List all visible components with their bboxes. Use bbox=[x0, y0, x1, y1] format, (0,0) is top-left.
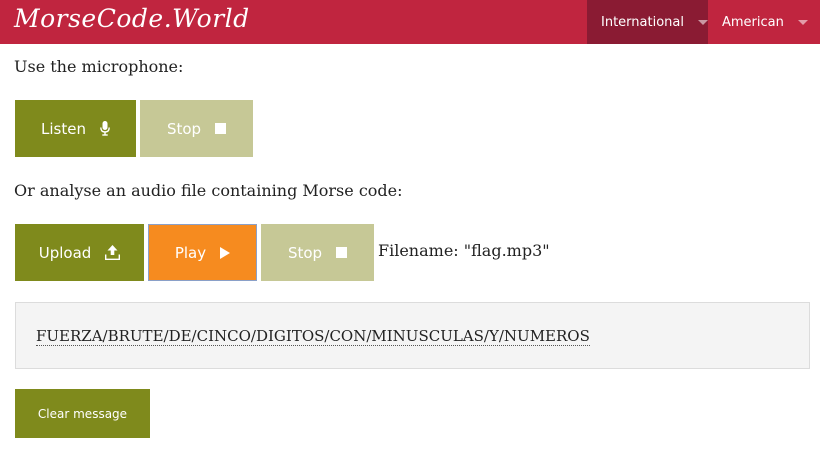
decoded-message-text[interactable]: FUERZA/BRUTE/DE/CINCO/DIGITOS/CON/MINUSC… bbox=[36, 327, 590, 346]
microphone-icon bbox=[100, 121, 110, 136]
decoded-message-box: FUERZA/BRUTE/DE/CINCO/DIGITOS/CON/MINUSC… bbox=[15, 302, 810, 369]
menu-american-label: American bbox=[722, 14, 784, 30]
audio-stop-button[interactable]: Stop bbox=[261, 224, 374, 281]
upload-icon bbox=[105, 245, 121, 260]
upload-button[interactable]: Upload bbox=[15, 224, 144, 281]
mic-stop-button[interactable]: Stop bbox=[140, 100, 253, 157]
site-logo[interactable]: MorseCode.World bbox=[14, 4, 250, 33]
audio-stop-label: Stop bbox=[287, 243, 323, 262]
play-label: Play bbox=[174, 243, 207, 262]
listen-button[interactable]: Listen bbox=[15, 100, 136, 157]
listen-label: Listen bbox=[41, 119, 86, 138]
filename-text: Filename: "flag.mp3" bbox=[378, 241, 550, 260]
play-button[interactable]: Play bbox=[148, 224, 257, 281]
menu-international[interactable]: International bbox=[587, 0, 708, 44]
audio-file-prompt: Or analyse an audio file containing Mors… bbox=[14, 181, 403, 200]
mic-stop-label: Stop bbox=[166, 119, 202, 138]
caret-down-icon bbox=[697, 19, 708, 25]
stop-square-icon bbox=[215, 123, 227, 134]
menu-international-label: International bbox=[601, 14, 684, 30]
clear-message-button[interactable]: Clear message bbox=[15, 389, 150, 438]
menu-american[interactable]: American bbox=[708, 0, 820, 44]
top-navbar: MorseCode.World International American bbox=[0, 0, 820, 44]
stop-square-icon bbox=[336, 247, 348, 258]
caret-down-icon bbox=[797, 19, 808, 25]
upload-label: Upload bbox=[38, 243, 92, 262]
clear-message-label: Clear message bbox=[37, 406, 128, 421]
play-icon bbox=[220, 246, 231, 259]
microphone-prompt: Use the microphone: bbox=[14, 57, 184, 76]
